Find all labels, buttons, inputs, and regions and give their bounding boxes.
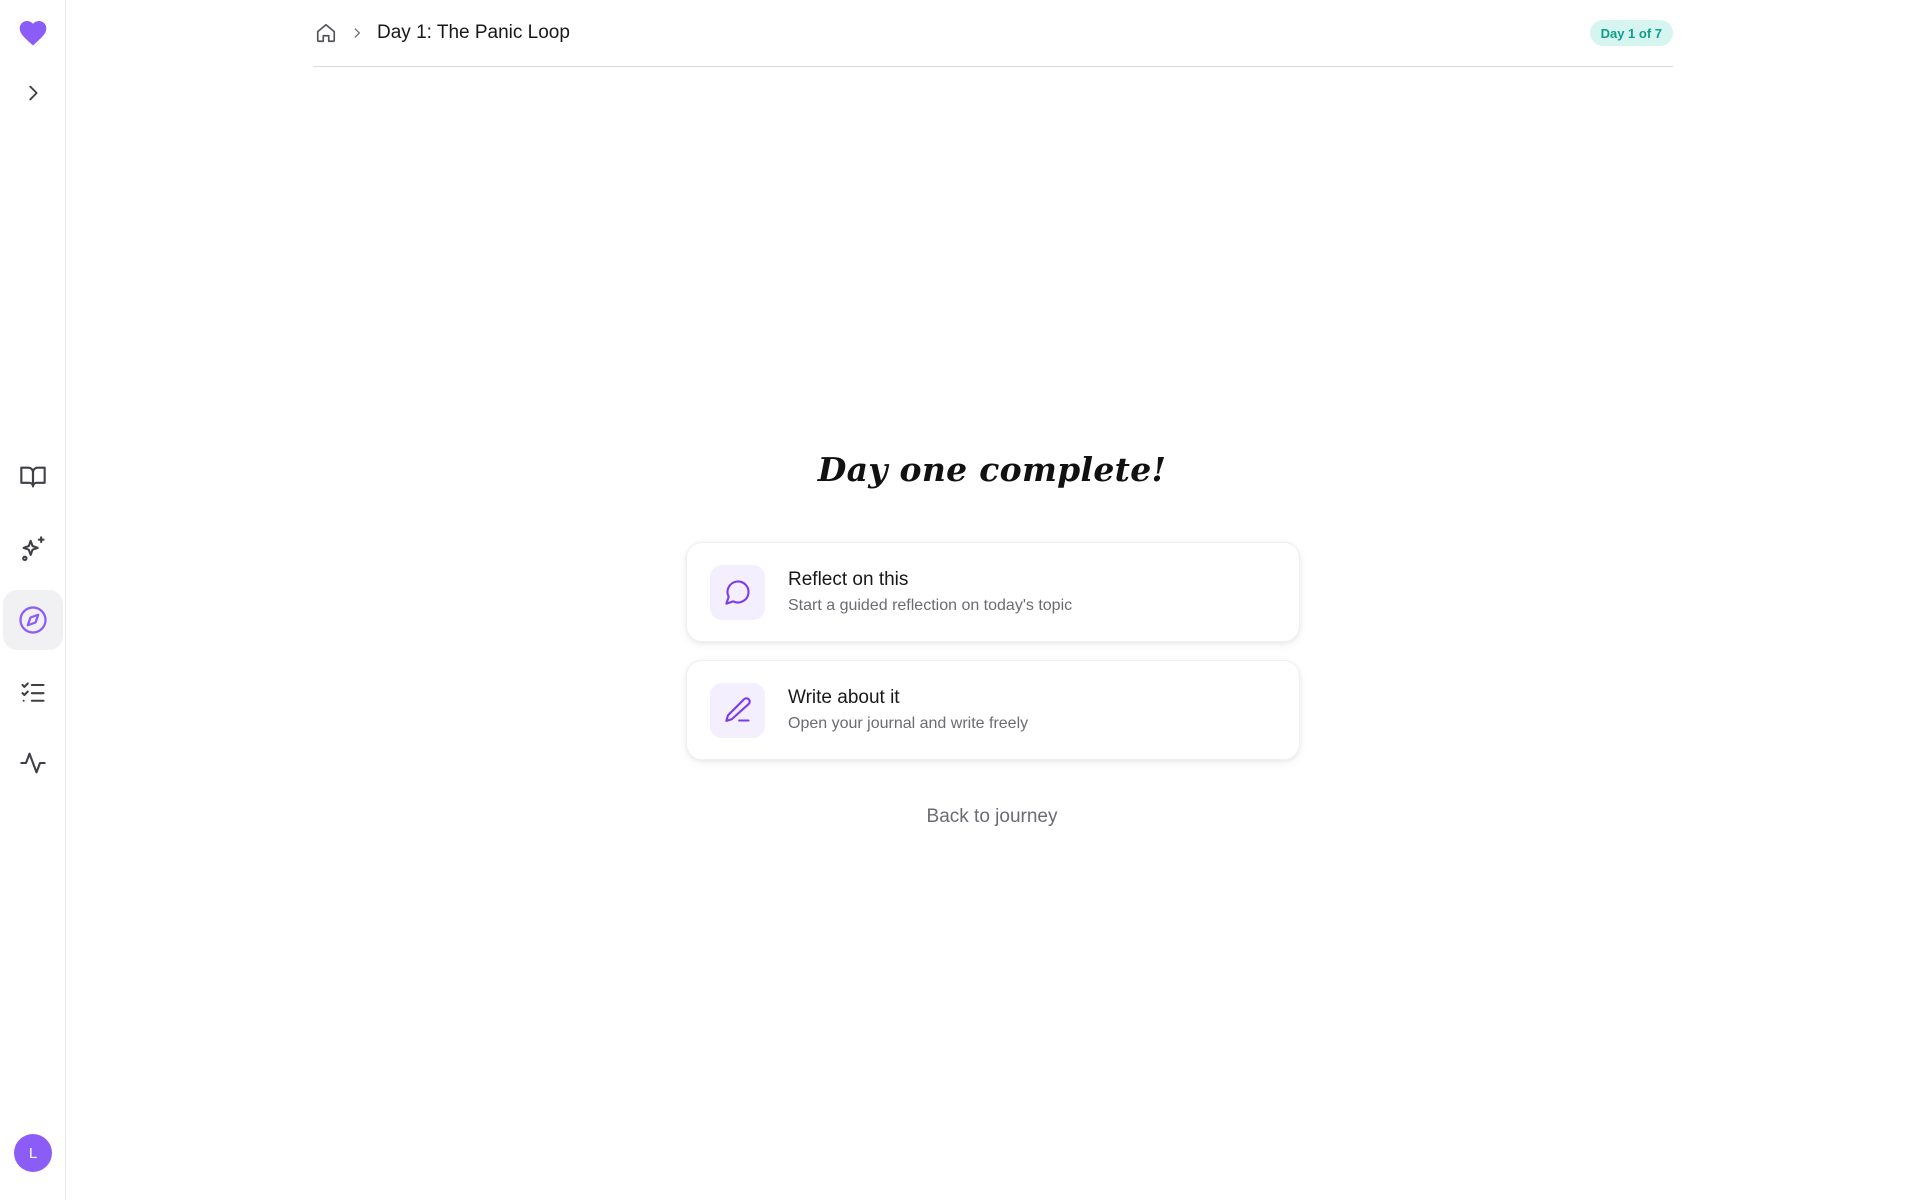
compass-icon bbox=[19, 606, 47, 634]
app-logo[interactable] bbox=[3, 3, 63, 63]
reflect-card[interactable]: Reflect on this Start a guided reflectio… bbox=[686, 542, 1300, 642]
write-card-text: Write about it Open your journal and wri… bbox=[788, 687, 1028, 733]
message-circle-icon bbox=[724, 580, 750, 605]
sparkles-icon bbox=[22, 536, 45, 562]
breadcrumb-home-button[interactable] bbox=[313, 20, 339, 46]
sidebar-item-tasks[interactable] bbox=[3, 662, 63, 722]
avatar-initial: L bbox=[28, 1144, 38, 1162]
back-to-journey-link[interactable]: Back to journey bbox=[0, 806, 1920, 828]
heart-icon bbox=[19, 21, 47, 46]
sidebar-item-insights[interactable] bbox=[3, 519, 63, 579]
reflect-card-title: Reflect on this bbox=[788, 569, 909, 590]
reflect-card-icon-box bbox=[710, 564, 765, 620]
home-icon bbox=[316, 23, 336, 43]
breadcrumb-separator bbox=[349, 25, 365, 41]
sidebar-item-journeys[interactable] bbox=[3, 590, 63, 650]
expand-sidebar-button[interactable] bbox=[3, 63, 63, 123]
write-card-icon-box bbox=[710, 682, 765, 738]
chevron-right-icon bbox=[29, 85, 38, 101]
sidebar-item-activity[interactable] bbox=[3, 733, 63, 793]
sidebar: L bbox=[0, 0, 66, 1200]
page-header: Day 1: The Panic Loop Day 1 of 7 bbox=[313, 0, 1673, 67]
chevron-right-icon bbox=[354, 28, 360, 38]
completion-heading: Day one complete! bbox=[817, 450, 1167, 489]
pen-icon bbox=[724, 697, 751, 722]
user-avatar[interactable]: L bbox=[14, 1134, 52, 1172]
activity-icon bbox=[20, 752, 46, 774]
reflect-card-text: Reflect on this Start a guided reflectio… bbox=[788, 569, 1072, 615]
list-checks-icon bbox=[21, 682, 45, 702]
write-card[interactable]: Write about it Open your journal and wri… bbox=[686, 660, 1300, 760]
write-card-title: Write about it bbox=[788, 687, 900, 708]
day-progress-badge: Day 1 of 7 bbox=[1589, 20, 1673, 46]
write-card-subtitle: Open your journal and write freely bbox=[788, 715, 1029, 732]
page-title: Day 1: The Panic Loop bbox=[377, 22, 570, 43]
reflect-card-subtitle: Start a guided reflection on today's top… bbox=[788, 597, 1073, 614]
